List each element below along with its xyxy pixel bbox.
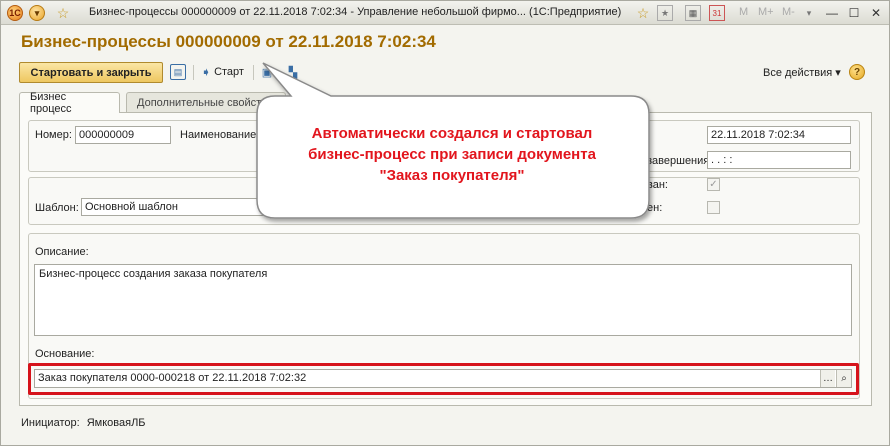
app-logo-icon[interactable]: 1C (7, 5, 23, 21)
description-field[interactable]: Бизнес-процесс создания заказа покупател… (34, 264, 852, 336)
tab-additional-properties[interactable]: Дополнительные свойства (126, 92, 286, 112)
callout-line: Автоматически создался и стартовал (311, 125, 593, 142)
start-button[interactable]: ➧ Старт (201, 65, 244, 79)
started-label: ван: (647, 179, 668, 191)
window-title: Бизнес-процессы 000000009 от 22.11.2018 … (89, 6, 622, 18)
toolbar-separator (193, 65, 194, 80)
initiator-value: ЯмковаяЛБ (86, 417, 146, 429)
memory-button-m[interactable]: M (739, 6, 748, 18)
completed-checkbox[interactable] (707, 201, 720, 214)
favorite-star-icon[interactable]: ☆ (55, 5, 71, 21)
memory-button-m-minus[interactable]: M- (782, 6, 795, 18)
basis-highlight-frame (28, 363, 859, 395)
maximize-icon[interactable]: ☐ (845, 4, 863, 21)
menu-dropdown-icon[interactable]: ▾ (29, 5, 45, 21)
dropdown-chevron-icon[interactable]: ▾ (801, 5, 817, 21)
template-label: Шаблон: (35, 202, 79, 214)
help-icon[interactable]: ? (849, 64, 865, 80)
completion-date-field[interactable]: . . : : (707, 151, 851, 169)
page-title: Бизнес-процессы 000000009 от 22.11.2018 … (21, 32, 436, 51)
title-bar: 1C ▾ ☆ Бизнес-процессы 000000009 от 22.1… (1, 1, 889, 25)
report-structure-icon[interactable]: ▣ (259, 64, 275, 80)
toolbar-separator (253, 65, 254, 80)
close-icon[interactable]: ✕ (867, 4, 885, 21)
all-actions-menu[interactable]: Все действия ▾ (763, 66, 841, 79)
memory-button-m-plus[interactable]: M+ (758, 6, 774, 18)
initiator-label: Инициатор: (21, 417, 80, 429)
callout-line: бизнес-процесс при записи документа (308, 146, 596, 163)
start-button-label: Старт (214, 66, 244, 78)
completion-date-label: завершения: (647, 155, 713, 167)
flowchart-icon[interactable]: ▚ (285, 64, 301, 80)
date-field[interactable]: 22.11.2018 7:02:34 (707, 126, 851, 144)
template-field[interactable]: Основной шаблон (81, 198, 589, 216)
start-and-close-button[interactable]: Стартовать и закрыть (19, 62, 163, 83)
save-icon[interactable]: ▤ (170, 64, 186, 80)
basis-label: Основание: (35, 348, 95, 360)
application-window: 1C ▾ ☆ Бизнес-процессы 000000009 от 22.1… (0, 0, 890, 446)
tab-business-process[interactable]: Бизнес процесс (19, 91, 120, 115)
description-label: Описание: (35, 246, 89, 258)
minimize-icon[interactable]: — (823, 4, 841, 21)
initiator-row: Инициатор: ЯмковаяЛБ (21, 417, 146, 429)
name-label: Наименование (180, 129, 257, 141)
bookmark-icon[interactable]: ★ (657, 5, 673, 21)
started-checkbox[interactable]: ✓ (707, 178, 720, 191)
calculator-icon[interactable]: ▦ (685, 5, 701, 21)
add-favorite-star-icon[interactable]: ☆ (635, 5, 651, 21)
calendar-icon[interactable]: 31 (709, 5, 725, 21)
start-arrow-icon: ➧ (201, 65, 212, 79)
number-field[interactable]: 000000009 (75, 126, 171, 144)
completed-label: ен: (647, 202, 663, 214)
callout-text: Автоматически создался и стартовал бизне… (263, 123, 641, 186)
callout-line: "Заказ покупателя" (379, 167, 525, 184)
number-label: Номер: (35, 129, 72, 141)
